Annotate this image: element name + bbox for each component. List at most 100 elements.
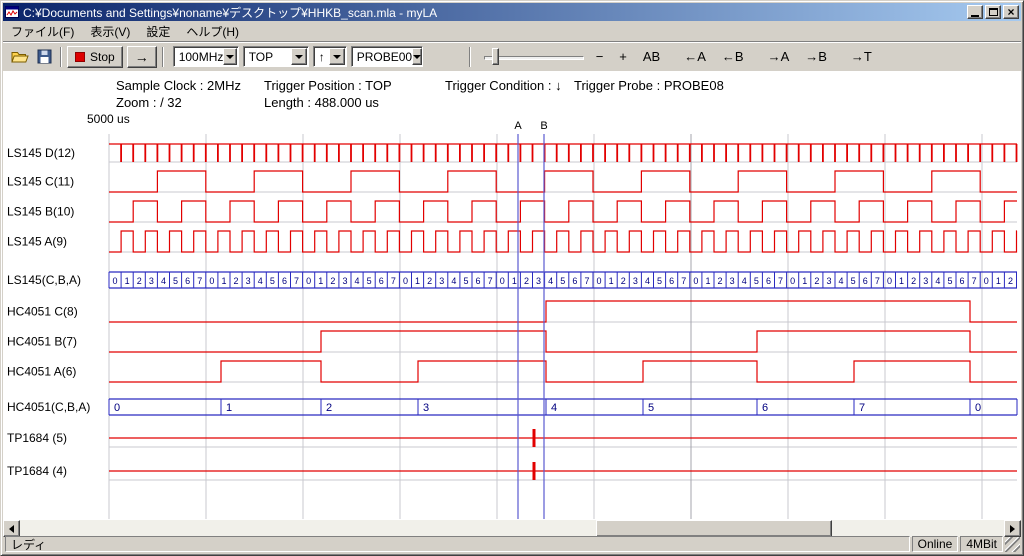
channel-wave-5 [109, 301, 1017, 322]
channel-label: LS145 C(11) [7, 175, 74, 189]
channel-wave-7 [109, 361, 1017, 382]
svg-text:6: 6 [379, 276, 384, 286]
svg-text:5: 5 [648, 402, 654, 414]
svg-text:7: 7 [875, 276, 880, 286]
svg-text:4: 4 [935, 276, 940, 286]
svg-text:1: 1 [996, 276, 1001, 286]
channel-label: HC4051(C,B,A) [7, 400, 90, 414]
svg-text:7: 7 [859, 402, 865, 414]
svg-text:0: 0 [790, 276, 795, 286]
svg-text:2: 2 [621, 276, 626, 286]
svg-text:3: 3 [536, 276, 541, 286]
svg-text:1: 1 [318, 276, 323, 286]
svg-text:2: 2 [137, 276, 142, 286]
channel-wave-6 [109, 331, 1017, 352]
screen: C:¥Documents and Settings¥noname¥デスクトップ¥… [0, 0, 1024, 556]
channel-label: TP1684 (5) [7, 431, 67, 445]
channel-label: LS145(C,B,A) [7, 273, 81, 287]
svg-text:2: 2 [524, 276, 529, 286]
svg-text:4: 4 [548, 276, 553, 286]
svg-text:6: 6 [669, 276, 674, 286]
svg-text:5: 5 [851, 276, 856, 286]
arrow-left-icon [9, 525, 14, 533]
svg-text:3: 3 [633, 276, 638, 286]
svg-text:3: 3 [826, 276, 831, 286]
svg-text:4: 4 [161, 276, 166, 286]
svg-text:0: 0 [114, 402, 120, 414]
svg-text:0: 0 [984, 276, 989, 286]
svg-text:4: 4 [551, 402, 557, 414]
resize-grip[interactable] [1005, 537, 1020, 552]
svg-text:3: 3 [149, 276, 154, 286]
svg-text:3: 3 [246, 276, 251, 286]
svg-text:1: 1 [899, 276, 904, 286]
svg-text:7: 7 [584, 276, 589, 286]
svg-text:1: 1 [125, 276, 130, 286]
svg-text:4: 4 [451, 276, 456, 286]
channel-wave-9 [109, 429, 1017, 447]
channel-label: LS145 B(10) [7, 205, 74, 219]
cursor-A-label: A [514, 120, 522, 132]
svg-text:3: 3 [923, 276, 928, 286]
svg-text:0: 0 [887, 276, 892, 286]
svg-text:5: 5 [173, 276, 178, 286]
svg-text:4: 4 [258, 276, 263, 286]
svg-text:6: 6 [762, 402, 768, 414]
svg-text:5: 5 [657, 276, 662, 286]
arrow-right-icon [1010, 525, 1015, 533]
svg-text:0: 0 [113, 276, 118, 286]
svg-text:0: 0 [209, 276, 214, 286]
svg-text:3: 3 [439, 276, 444, 286]
svg-text:6: 6 [185, 276, 190, 286]
svg-text:1: 1 [802, 276, 807, 286]
svg-text:6: 6 [863, 276, 868, 286]
svg-text:1: 1 [415, 276, 420, 286]
cursor-B-label: B [540, 120, 547, 132]
svg-text:7: 7 [681, 276, 686, 286]
svg-text:6: 6 [766, 276, 771, 286]
svg-text:3: 3 [342, 276, 347, 286]
svg-text:6: 6 [282, 276, 287, 286]
channel-wave-10 [109, 462, 1017, 480]
channel-wave-1 [109, 171, 1017, 192]
channel-label: LS145 D(12) [7, 146, 75, 160]
svg-text:5: 5 [947, 276, 952, 286]
channel-label: LS145 A(9) [7, 235, 67, 249]
channel-wave-4: 0123456701234567012345670123456701234567… [109, 272, 1017, 288]
channel-wave-2 [109, 201, 1017, 222]
svg-text:1: 1 [609, 276, 614, 286]
svg-text:1: 1 [512, 276, 517, 286]
svg-text:5: 5 [270, 276, 275, 286]
svg-text:3: 3 [730, 276, 735, 286]
svg-text:0: 0 [597, 276, 602, 286]
svg-text:7: 7 [391, 276, 396, 286]
svg-text:2: 2 [326, 402, 332, 414]
svg-text:7: 7 [197, 276, 202, 286]
waveform-display[interactable]: 0123456701234567012345670123456701234567… [1, 1, 1024, 556]
svg-text:2: 2 [718, 276, 723, 286]
svg-text:5: 5 [754, 276, 759, 286]
svg-text:2: 2 [1008, 276, 1013, 286]
status-memory-badge: 4MBit [960, 536, 1003, 552]
svg-text:0: 0 [693, 276, 698, 286]
svg-text:4: 4 [355, 276, 360, 286]
status-message: レディ [5, 536, 910, 552]
svg-text:5: 5 [560, 276, 565, 286]
svg-text:1: 1 [226, 402, 232, 414]
svg-text:7: 7 [488, 276, 493, 286]
status-bar: レディ Online 4MBit [3, 535, 1021, 553]
svg-text:4: 4 [742, 276, 747, 286]
svg-text:0: 0 [500, 276, 505, 286]
svg-text:6: 6 [960, 276, 965, 286]
channel-label: TP1684 (4) [7, 464, 67, 478]
svg-text:0: 0 [306, 276, 311, 286]
svg-text:4: 4 [645, 276, 650, 286]
svg-text:6: 6 [572, 276, 577, 286]
svg-text:5: 5 [463, 276, 468, 286]
svg-text:2: 2 [234, 276, 239, 286]
svg-text:5: 5 [367, 276, 372, 286]
channel-label: HC4051 B(7) [7, 335, 77, 349]
channel-label: HC4051 C(8) [7, 305, 78, 319]
svg-text:7: 7 [972, 276, 977, 286]
svg-text:1: 1 [705, 276, 710, 286]
